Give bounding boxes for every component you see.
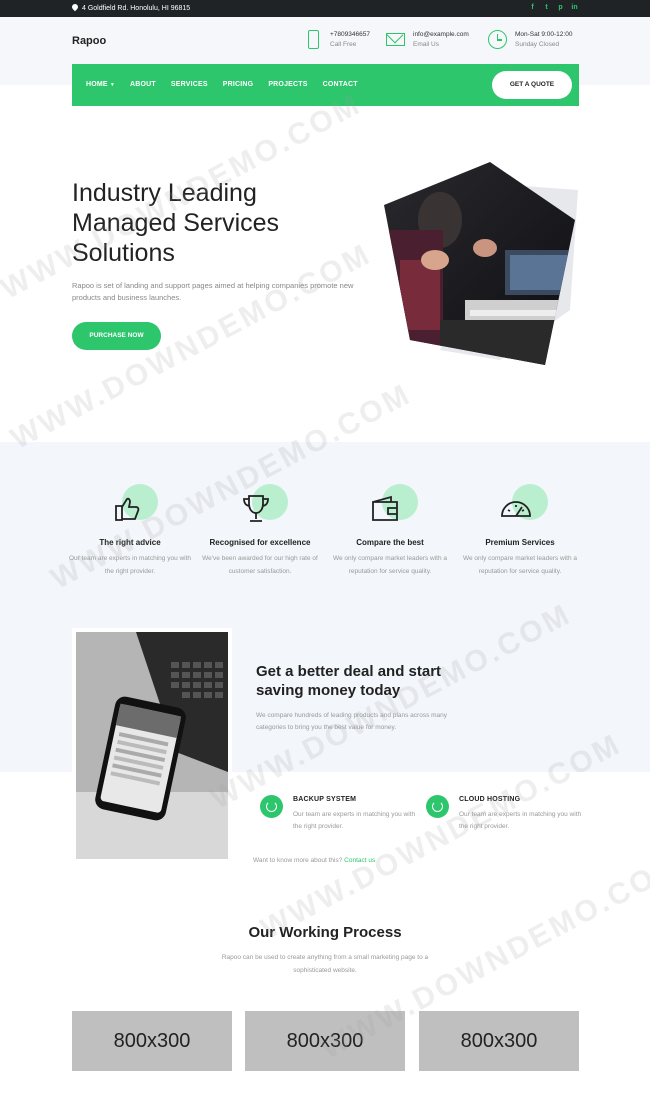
process-image-placeholder: 800x300 <box>245 1011 405 1071</box>
clock-icon <box>488 30 508 50</box>
deal-image <box>72 628 232 863</box>
email-label: Email Us <box>413 41 440 48</box>
service-text: Our team are experts in matching you wit… <box>459 811 582 830</box>
linkedin-icon[interactable]: in <box>571 4 578 11</box>
get-quote-button[interactable]: GET A QUOTE <box>492 71 572 99</box>
location-pin-icon <box>72 4 78 12</box>
nav-contact[interactable]: CONTACT <box>323 81 358 88</box>
feature-card: Premium Services We only compare market … <box>455 484 585 578</box>
main-nav: HOME ▼ ABOUT SERVICES PRICING PROJECTS CO… <box>72 64 579 106</box>
address-text: 4 Goldfield Rd. Honolulu, HI 96815 <box>82 4 191 12</box>
hero-description: Rapoo is set of landing and support page… <box>72 281 354 302</box>
wallet-icon <box>372 495 398 521</box>
deal-title: Get a better deal and start saving money… <box>256 663 442 699</box>
feature-card: Compare the best We only compare market … <box>325 484 455 578</box>
hours-value: Mon-Sat 9:00-12:00 <box>515 31 573 38</box>
feature-text: We only compare market leaders with a re… <box>462 555 578 575</box>
process-title: Our Working Process <box>248 924 402 941</box>
feature-text: We only compare market leaders with a re… <box>332 555 448 575</box>
service-title: CLOUD HOSTING <box>459 796 521 803</box>
cloud-icon <box>426 795 449 818</box>
process-image-placeholder: 800x300 <box>72 1011 232 1071</box>
address: 4 Goldfield Rd. Honolulu, HI 96815 <box>72 4 190 12</box>
phone-info: +7809346657 Call Free <box>303 30 370 50</box>
logo[interactable]: Rapoo <box>72 35 106 47</box>
email-info: info@example.com Email Us <box>386 30 469 50</box>
watermark: WWW.DOWNDEMO.COM <box>5 237 377 456</box>
envelope-icon <box>386 30 406 50</box>
feature-title: Premium Services <box>485 538 555 547</box>
chevron-down-icon: ▼ <box>109 82 115 88</box>
thumbs-up-icon <box>115 497 140 521</box>
speedometer-icon <box>501 501 531 517</box>
phone-label: Call Free <box>330 41 357 48</box>
nav-home[interactable]: HOME ▼ <box>86 81 115 88</box>
refresh-icon <box>260 795 283 818</box>
feature-title: The right advice <box>99 538 161 547</box>
nav-projects[interactable]: PROJECTS <box>268 81 307 88</box>
feature-card: Recognised for excellence We've been awa… <box>195 484 325 578</box>
process-image-placeholder: 800x300 <box>419 1011 579 1071</box>
nav-pricing[interactable]: PRICING <box>223 81 254 88</box>
nav-services[interactable]: SERVICES <box>171 81 208 88</box>
nav-about[interactable]: ABOUT <box>130 81 156 88</box>
phone-icon <box>303 30 323 50</box>
feature-card: The right advice Our team are experts in… <box>65 484 195 578</box>
top-bar: 4 Goldfield Rd. Honolulu, HI 96815 f t p… <box>0 0 650 17</box>
twitter-icon[interactable]: t <box>543 4 550 11</box>
service-text: Our team are experts in matching you wit… <box>293 811 416 830</box>
facebook-icon[interactable]: f <box>529 4 536 11</box>
deal-description: We compare hundreds of leading products … <box>256 712 448 731</box>
contact-us-link[interactable]: Contact us <box>344 857 375 864</box>
social-links: f t p in <box>529 4 578 11</box>
feature-title: Recognised for excellence <box>209 538 311 547</box>
trophy-icon <box>243 495 269 522</box>
feature-text: Our team are experts in matching you wit… <box>68 555 192 575</box>
hero-image <box>384 162 578 365</box>
email-address[interactable]: info@example.com <box>413 30 469 40</box>
hours-info: Mon-Sat 9:00-12:00 Sunday Closed <box>488 30 572 50</box>
feature-title: Compare the best <box>356 538 424 547</box>
hero-title: Industry Leading Managed Services Soluti… <box>72 179 280 267</box>
hours-label: Sunday Closed <box>515 41 560 48</box>
feature-text: We've been awarded for our high rate of … <box>202 555 318 575</box>
process-description: Rapoo can be used to create anything fro… <box>221 954 429 974</box>
phone-number[interactable]: +7809346657 <box>330 30 370 40</box>
service-title: BACKUP SYSTEM <box>293 796 357 803</box>
purchase-now-button[interactable]: PURCHASE NOW <box>72 322 161 350</box>
contact-prompt: Want to know more about this? Contact us <box>253 857 376 864</box>
pinterest-icon[interactable]: p <box>557 4 564 11</box>
